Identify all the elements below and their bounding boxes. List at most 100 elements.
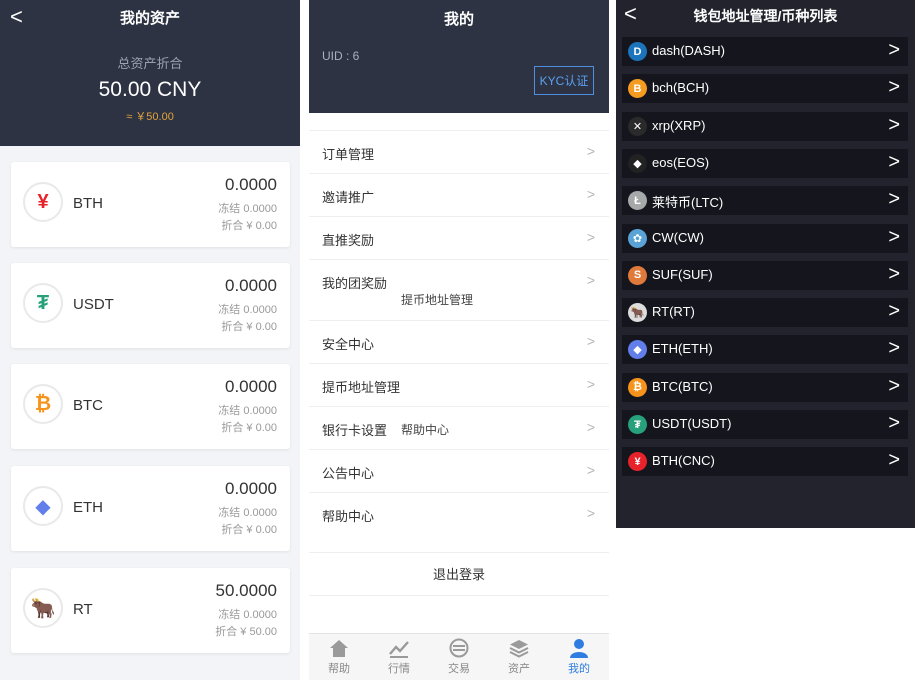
coin-row[interactable]: ◆ eos(EOS) >: [622, 148, 908, 178]
coin-label: USDT(USDT): [652, 416, 732, 431]
menu-item-label: 直推奖励: [322, 233, 375, 248]
menu-item[interactable]: 公告中心 >: [309, 449, 609, 492]
asset-balance: 0.0000: [225, 175, 277, 194]
xrp-icon: ✕: [628, 116, 647, 136]
chevron-right-icon: >: [888, 449, 900, 472]
mine-screen: 我的 UID : 6 KYC认证 订单管理 > 邀请推广 > 直推奖励 > 我的团奖励 > 安全…: [309, 0, 609, 680]
yen-icon: ¥: [628, 452, 647, 472]
ethereum-icon: ◆: [23, 486, 63, 526]
menu-item[interactable]: 提币地址管理 >: [309, 363, 609, 406]
coin-label: 莱特币(LTC): [652, 195, 724, 211]
asset-balance: 0.0000: [225, 276, 277, 295]
page-title: 我的资产: [119, 10, 180, 27]
asset-converted: 折合 ¥ 50.00: [215, 626, 277, 638]
asset-converted: 折合 ¥ 0.00: [221, 220, 277, 232]
suf-icon: S: [628, 265, 647, 285]
menu-item[interactable]: 直推奖励 >: [309, 216, 609, 259]
chevron-right-icon: >: [586, 462, 595, 478]
coin-row[interactable]: ₮ USDT(USDT) >: [622, 410, 908, 439]
chevron-right-icon: >: [888, 225, 900, 248]
menu-item[interactable]: 帮助中心 >: [309, 492, 609, 535]
tab-layers[interactable]: 资产: [489, 638, 549, 676]
tab-home[interactable]: 帮助: [309, 638, 369, 676]
coin-label: RT(RT): [652, 304, 695, 320]
total-assets-label: 总资产折合: [117, 56, 183, 71]
chevron-right-icon: >: [888, 188, 900, 211]
coin-row[interactable]: Ddash(DASH) >: [622, 37, 908, 66]
asset-card[interactable]: ◆ ETH 0.0000 冻结 0.0000 折合 ¥ 0.00: [11, 466, 290, 551]
asset-symbol: ETH: [73, 499, 103, 516]
logout-button[interactable]: 退出登录: [309, 552, 609, 596]
chevron-right-icon: >: [888, 262, 900, 285]
asset-converted: 折合 ¥ 0.00: [221, 422, 277, 434]
coin-label: eos(EOS): [652, 154, 710, 170]
coin-label: xrp(XRP): [652, 117, 706, 133]
asset-frozen: 冻结 0.0000: [218, 203, 277, 215]
coin-label: BTH(CNC): [652, 453, 715, 469]
menu-item[interactable]: 订单管理 >: [309, 130, 609, 173]
asset-balance: 50.0000: [215, 581, 277, 600]
asset-converted: 折合 ¥ 0.00: [221, 524, 277, 536]
chevron-right-icon: >: [586, 333, 595, 349]
tab-label: 交易: [448, 663, 470, 675]
bitcoin-icon: ₿: [628, 377, 647, 397]
wallet-address-screen: < 钱包地址管理/币种列表 Ddash(DASH) > Bbch(BCH) > ✕ xrp…: [616, 0, 915, 528]
exchange-icon: [448, 638, 470, 658]
menu-item-label: 公告中心: [322, 466, 375, 481]
chevron-right-icon: >: [586, 376, 595, 392]
chevron-right-icon: >: [888, 113, 900, 136]
tab-label: 资产: [508, 663, 530, 675]
menu-item[interactable]: 邀请推广 >: [309, 173, 609, 216]
chevron-right-icon: >: [888, 374, 900, 397]
coin-row[interactable]: ✕ xrp(XRP) >: [622, 111, 908, 141]
asset-card[interactable]: ¥ BTH 0.0000 冻结 0.0000 折合 ¥ 0.00: [11, 162, 290, 247]
coin-label: BTC(BTC): [652, 378, 713, 394]
tether-icon: ₮: [628, 415, 647, 434]
asset-card[interactable]: ₿ BTC 0.0000 冻结 0.0000 折合 ¥ 0.00: [11, 364, 290, 449]
coin-row[interactable]: ₿ BTC(BTC) >: [622, 372, 908, 402]
coin-row[interactable]: ✿ CW(CW) >: [622, 223, 908, 253]
layers-icon: [508, 638, 530, 658]
asset-balance: 0.0000: [225, 377, 277, 396]
menu-item-label: 提币地址管理: [322, 380, 401, 395]
chevron-right-icon: >: [586, 229, 595, 245]
dash-icon: D: [628, 42, 647, 61]
asset-card[interactable]: 🐂 RT 50.0000 冻结 0.0000 折合 ¥ 50.00: [11, 568, 290, 653]
chevron-right-icon: >: [586, 143, 595, 159]
tab-user[interactable]: 我的: [549, 638, 609, 676]
kyc-button[interactable]: KYC认证: [534, 66, 594, 95]
chevron-right-icon: >: [888, 39, 900, 61]
coin-row[interactable]: Ł 莱特币(LTC) >: [622, 186, 908, 216]
tab-label: 行情: [388, 663, 410, 675]
coin-row[interactable]: S SUF(SUF) >: [622, 260, 908, 290]
menu-item[interactable]: 安全中心 >: [309, 320, 609, 363]
menu-item[interactable]: 银行卡设置 >: [309, 406, 609, 449]
tab-exchange[interactable]: 交易: [429, 638, 489, 676]
chart-icon: [388, 638, 410, 658]
eos-icon: ◆: [628, 153, 647, 173]
home-icon: [328, 638, 350, 658]
menu-item-label: 帮助中心: [322, 509, 375, 524]
tab-chart[interactable]: 行情: [369, 638, 429, 676]
chevron-right-icon: >: [586, 505, 595, 521]
coin-row[interactable]: ◆ ETH(ETH) >: [622, 335, 908, 365]
tab-label: 我的: [568, 663, 590, 675]
coin-label: dash(DASH): [652, 43, 725, 58]
coin-row[interactable]: ¥ BTH(CNC) >: [622, 447, 908, 477]
coin-row[interactable]: 🐂 RT(RT) >: [622, 298, 908, 328]
assets-header: < 我的资产 总资产折合 50.00 CNY ≈ ￥50.00: [0, 0, 300, 146]
asset-symbol: BTC: [73, 397, 103, 414]
cw-icon: ✿: [628, 228, 647, 248]
chevron-right-icon: >: [888, 150, 900, 173]
asset-card[interactable]: ₮ USDT 0.0000 冻结 0.0000 折合 ¥ 0.00: [11, 263, 290, 348]
coin-label: SUF(SUF): [652, 266, 713, 282]
user-id: UID : 6: [322, 49, 360, 63]
coin-label: ETH(ETH): [652, 341, 713, 357]
page-title: 我的: [443, 11, 474, 28]
litecoin-icon: Ł: [628, 191, 647, 211]
coin-row[interactable]: Bbch(BCH) >: [622, 74, 908, 104]
overlay-ghost-text: 帮助中心: [401, 423, 450, 437]
asset-balance: 0.0000: [225, 479, 277, 498]
coin-label: bch(BCH): [652, 80, 710, 96]
asset-symbol: RT: [73, 601, 93, 618]
